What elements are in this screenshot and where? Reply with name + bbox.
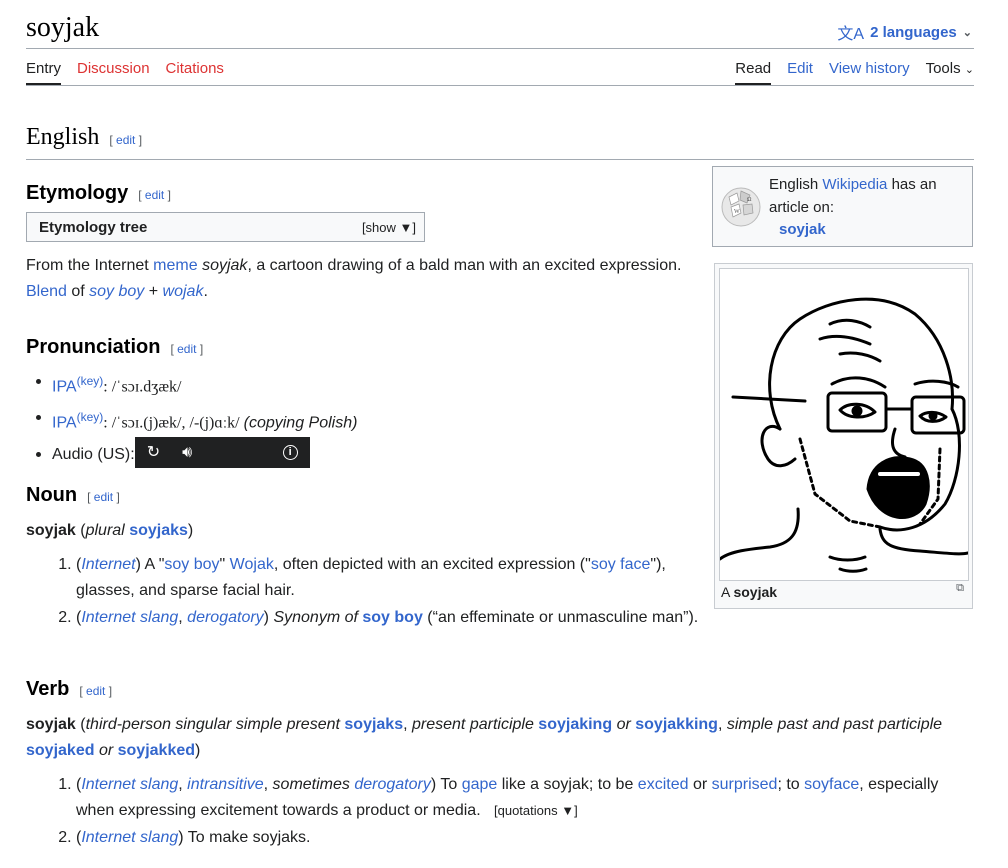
info-icon[interactable]: i: [282, 444, 298, 460]
svg-text:W: W: [734, 209, 740, 215]
tab-discussion[interactable]: Discussion: [77, 60, 150, 85]
translate-icon: 文A: [837, 26, 865, 43]
link-ipa-key[interactable]: (key): [77, 410, 104, 424]
chevron-down-icon: ⌄: [962, 26, 972, 39]
link-wikipedia-article[interactable]: soyjak: [779, 221, 826, 238]
tabs-divider: [26, 85, 974, 86]
link-blend[interactable]: Blend: [26, 283, 67, 300]
edit-section-link[interactable]: [ edit ]: [138, 188, 171, 202]
soyjak-drawing: [718, 297, 970, 573]
edit-section-link[interactable]: [ edit ]: [79, 684, 112, 698]
tab-entry[interactable]: Entry: [26, 60, 62, 85]
tab-edit[interactable]: Edit: [787, 60, 813, 85]
heading-english-text: English: [26, 124, 100, 150]
image-caption: A soyjak: [721, 584, 778, 600]
pronunciation-list: IPA(key): /ˈsɔɪ.dʒæk/ IPA(key): /ˈsɔɪ.(j…: [26, 366, 706, 470]
wikipedia-box-text: English Wikipedia has an article on:: [769, 176, 937, 216]
heading-etymology: Etymology [ edit ]: [26, 182, 171, 205]
edit-section-link[interactable]: [ edit ]: [109, 133, 142, 147]
etymology-tree-title: Etymology tree: [39, 218, 148, 236]
heading-english: English [ edit ]: [26, 124, 142, 151]
chevron-down-icon: ⌄: [964, 64, 974, 76]
link-ipa[interactable]: IPA: [52, 415, 77, 432]
languages-label: 2 languages: [870, 23, 957, 41]
volume-icon[interactable]: 🔊︎: [182, 437, 192, 468]
heading-verb-text: Verb: [26, 678, 70, 700]
etymology-tree-toggle[interactable]: [show ▼]: [362, 220, 416, 235]
list-item: (Internet slang) To make soyjaks.: [76, 825, 980, 851]
link-meme[interactable]: meme: [153, 257, 197, 274]
heading-pronunciation-text: Pronunciation: [26, 336, 161, 358]
list-item: IPA(key): /ˈsɔɪ.(j)æk/, /-(j)ɑːk/ (copyi…: [26, 402, 706, 438]
english-divider: [26, 159, 974, 160]
page-title: soyjak: [26, 12, 100, 43]
heading-noun: Noun [ edit ]: [26, 484, 120, 507]
wikipedia-box: Ω W English Wikipedia has an article on:…: [712, 166, 973, 247]
link-wikipedia[interactable]: Wikipedia: [822, 176, 887, 193]
audio-label: Audio (US):: [52, 445, 135, 463]
link-ipa-key[interactable]: (key): [77, 374, 104, 388]
tools-label: Tools: [925, 60, 961, 77]
thumbnail-figure: A soyjak ⧉: [714, 263, 973, 609]
heading-pronunciation: Pronunciation [ edit ]: [26, 336, 203, 359]
verb-headword-line: soyjak (third-person singular simple pre…: [26, 716, 943, 759]
noun-definitions: (Internet) A "soy boy" Wojak, often depi…: [0, 552, 700, 632]
wikipedia-globe-icon: Ω W: [721, 187, 761, 227]
heading-verb: Verb [ edit ]: [26, 678, 112, 701]
heading-noun-text: Noun: [26, 484, 78, 506]
link-soy-boy[interactable]: soy boy: [89, 283, 144, 300]
list-item: (Internet slang, derogatory) Synonym of …: [76, 605, 700, 631]
noun-headword-line: soyjak (plural soyjaks): [26, 522, 194, 539]
heading-etymology-text: Etymology: [26, 182, 129, 204]
link-wojak[interactable]: wojak: [163, 283, 204, 300]
list-item: (Internet slang, intransitive, sometimes…: [76, 772, 980, 824]
link-ipa[interactable]: IPA: [52, 378, 77, 395]
etymology-text: From the Internet meme soyjak, a cartoon…: [26, 257, 682, 300]
tab-citations[interactable]: Citations: [166, 60, 224, 85]
audio-player[interactable]: ↻ 🔊︎ i: [134, 436, 310, 468]
languages-button[interactable]: 文A 2 languages ⌄: [837, 20, 972, 44]
tab-view-history[interactable]: View history: [829, 60, 910, 85]
edit-section-link[interactable]: [ edit ]: [87, 490, 120, 504]
etymology-tree-box: Etymology tree [show ▼]: [26, 212, 425, 242]
link-plural[interactable]: soyjaks: [129, 522, 188, 539]
edit-section-link[interactable]: [ edit ]: [170, 342, 203, 356]
list-item: Audio (US): ↻ 🔊︎ i: [26, 436, 706, 470]
list-item: (Internet) A "soy boy" Wojak, often depi…: [76, 552, 700, 604]
quotations-toggle[interactable]: [quotations ▼]: [494, 803, 578, 818]
svg-text:Ω: Ω: [747, 197, 752, 203]
list-item: IPA(key): /ˈsɔɪ.dʒæk/: [26, 366, 706, 402]
title-divider: [26, 48, 974, 49]
replay-icon[interactable]: ↻: [147, 437, 160, 468]
tab-read[interactable]: Read: [735, 60, 772, 85]
verb-definitions: (Internet slang, intransitive, sometimes…: [0, 772, 980, 852]
tab-tools[interactable]: Tools ⌄: [926, 60, 974, 85]
soyjak-image[interactable]: [718, 268, 970, 581]
enlarge-icon[interactable]: ⧉: [956, 582, 964, 595]
